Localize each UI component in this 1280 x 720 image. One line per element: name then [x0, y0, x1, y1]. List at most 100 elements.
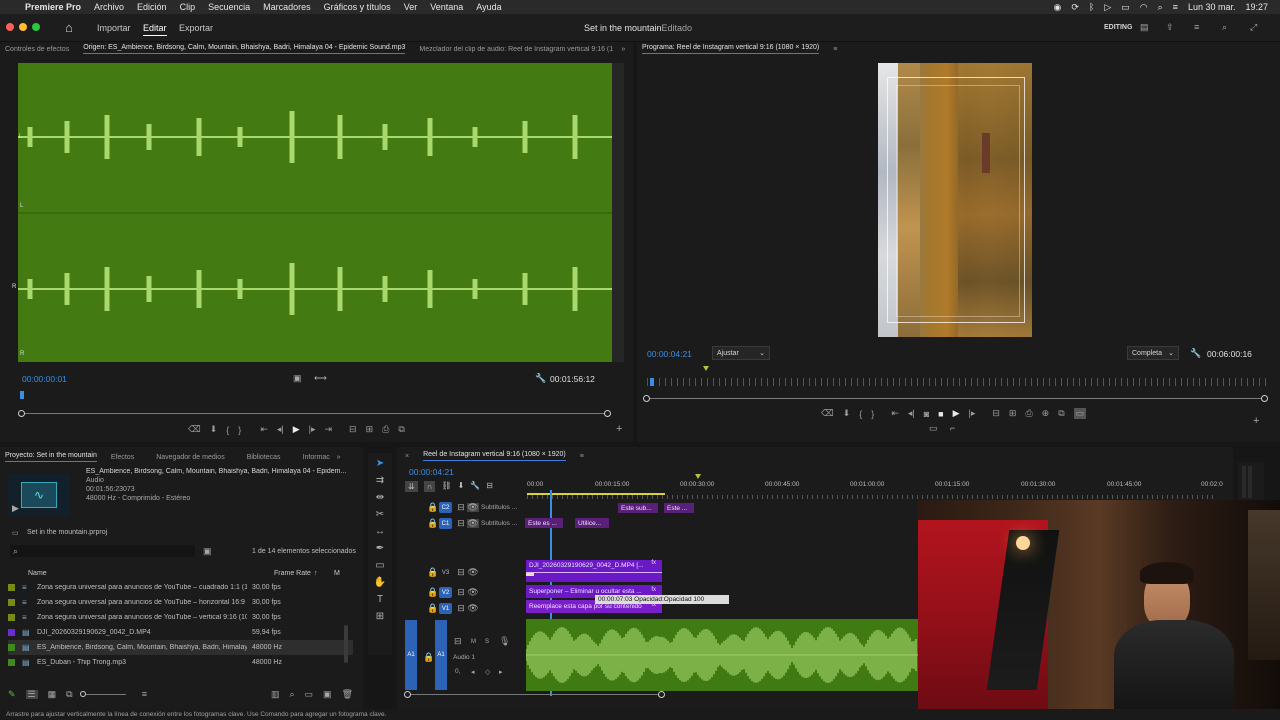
minimize-window-button[interactable]	[19, 23, 27, 31]
project-item-row[interactable]: ▤ DJI_20260329190629_0042_D.MP4 59,94 fps	[8, 625, 353, 640]
camera-icon[interactable]: ◙	[924, 409, 929, 419]
zoom-slider[interactable]	[79, 690, 126, 697]
program-timecode[interactable]: 00:00:04:21	[647, 349, 692, 359]
mark-out-icon[interactable]: }	[871, 409, 874, 419]
lock-icon[interactable]: 🔒	[427, 519, 439, 528]
video-clip-v3[interactable]: DJI_20260329190629_0042_D.MP4 [... fx	[526, 560, 662, 582]
control-center-icon[interactable]: ≡	[1173, 2, 1178, 12]
timeline-marker[interactable]	[695, 474, 701, 479]
program-playhead[interactable]	[650, 378, 654, 386]
go-to-in-icon[interactable]: ⇤	[891, 408, 899, 419]
source-settings-icon[interactable]: 🔧	[535, 374, 546, 383]
tab-media-browser[interactable]: Navegador de medios	[156, 454, 225, 461]
nest-icon[interactable]: ⇊	[405, 481, 418, 492]
audio-waveform-display[interactable]	[18, 63, 618, 362]
tab-editar[interactable]: Editar	[143, 23, 167, 36]
lift-clip-icon[interactable]: ⊟	[992, 408, 1000, 419]
type-tool-icon[interactable]: T	[377, 594, 383, 605]
hand-tool-icon[interactable]: ✋	[374, 577, 386, 588]
search-icon[interactable]: ⌕	[1158, 2, 1163, 13]
work-area-bar[interactable]	[527, 493, 665, 495]
bluetooth-icon[interactable]: ᛒ	[1089, 2, 1094, 12]
drag-audio-icon[interactable]: ⟷	[314, 374, 327, 383]
project-item-row[interactable]: ▤ ES_Duban - Thip Trong.mp3 48000 Hz	[8, 655, 353, 670]
menu-app[interactable]: Premiere Pro	[25, 2, 81, 12]
mark-in-icon[interactable]: {	[859, 409, 862, 419]
track-tag-a1[interactable]: A1	[435, 620, 447, 690]
menu-ver[interactable]: Ver	[404, 2, 418, 12]
source-patch-a1[interactable]: A1	[405, 620, 417, 690]
source-more-icon[interactable]: ⧉	[398, 424, 404, 435]
share-menu-icon[interactable]: ≡	[1194, 23, 1199, 32]
track-tag-v1[interactable]: V1	[439, 603, 452, 614]
go-to-out-icon[interactable]: ⇥	[325, 424, 333, 435]
sync-lock-icon[interactable]: ⊟	[455, 568, 467, 577]
opacity-line-v3[interactable]	[526, 572, 662, 573]
source-mini-ruler[interactable]	[20, 391, 612, 399]
label-color-swatch[interactable]	[8, 599, 15, 606]
step-forward-icon[interactable]: |▸	[969, 408, 976, 419]
timeline-zoom-bar[interactable]	[406, 694, 662, 695]
project-item-row[interactable]: ≡ Zona segura universal para anuncios de …	[8, 610, 353, 625]
tab-clip-mixer[interactable]: Mezclador del clip de audio: Reel de Ins…	[419, 46, 615, 53]
caption-clip-c1-1[interactable]: Este es ...	[525, 518, 563, 528]
workspace-list-icon[interactable]: ▤	[1140, 23, 1149, 32]
label-color-swatch[interactable]	[8, 584, 15, 591]
tab-importar[interactable]: Importar	[97, 23, 131, 33]
source-vertical-scroll[interactable]	[612, 63, 624, 362]
sort-up-icon[interactable]: ↑	[314, 570, 326, 577]
insert-icon[interactable]: ⊟	[349, 424, 357, 435]
program-marker[interactable]	[703, 366, 709, 371]
source-timecode-in[interactable]: 00:00:00:01	[22, 374, 67, 384]
clear-in-out-icon[interactable]: ⌫	[188, 424, 201, 435]
menu-archivo[interactable]: Archivo	[94, 2, 124, 12]
comparison-icon[interactable]: ⊕	[1042, 408, 1050, 419]
timeline-settings-icon[interactable]: 🔧	[470, 481, 480, 492]
eye-icon[interactable]: 👁	[467, 604, 479, 613]
extract-icon[interactable]: ⊞	[1009, 408, 1017, 419]
lock-icon[interactable]: 🔒	[427, 604, 439, 613]
panel-overflow-icon[interactable]: »	[621, 46, 625, 53]
sync-lock-icon[interactable]: ⊟	[455, 588, 467, 597]
search-help-icon[interactable]: ⌕	[1222, 23, 1227, 32]
track-tag-v2[interactable]: V2	[439, 587, 452, 598]
tab-info[interactable]: Informac	[303, 454, 331, 461]
column-m[interactable]: M	[334, 570, 340, 577]
step-back-icon[interactable]: ◂|	[908, 408, 915, 419]
lock-icon[interactable]: 🔒	[423, 653, 434, 662]
mic-icon[interactable]: 🎙	[499, 637, 510, 646]
label-color-swatch[interactable]	[8, 614, 15, 621]
vr-icon[interactable]: ▭	[929, 424, 938, 433]
track-tag-v3[interactable]: V3	[439, 567, 452, 578]
menu-ayuda[interactable]: Ayuda	[476, 2, 501, 12]
icon-view-icon[interactable]: ▦	[48, 689, 57, 699]
drag-video-icon[interactable]: ▣	[293, 374, 302, 383]
sequence-menu-icon[interactable]: ≡	[580, 453, 584, 460]
pencil-icon[interactable]: ✎	[8, 689, 16, 699]
preview-play-icon[interactable]: ▶	[12, 504, 19, 513]
tab-effects[interactable]: Efectos	[111, 454, 134, 461]
tab-program[interactable]: Programa: Reel de Instagram vertical 9:1…	[642, 44, 820, 54]
eye-icon[interactable]: 👁	[467, 519, 479, 528]
caption-clip-c2-1[interactable]: Este sub...	[618, 503, 658, 513]
source-zoom-handle-right[interactable]	[604, 410, 611, 417]
wifi-icon[interactable]: ◠	[1140, 2, 1148, 13]
tab-sequence[interactable]: Reel de Instagram vertical 9:16 (1080 × …	[423, 451, 566, 461]
freeform-view-icon[interactable]: ⧉	[66, 689, 72, 699]
source-playhead[interactable]	[20, 391, 24, 399]
project-scrollbar[interactable]	[344, 625, 348, 663]
export-frame-icon[interactable]: ⎙	[382, 424, 389, 435]
track-tag-c1[interactable]: C1	[439, 518, 452, 529]
timeline-zoom-handle-left[interactable]	[404, 691, 411, 698]
creative-cloud-icon[interactable]: ◉	[1054, 2, 1062, 13]
zoom-window-button[interactable]	[32, 23, 40, 31]
column-name[interactable]: Name	[28, 570, 274, 577]
program-add-button-icon[interactable]: +	[1253, 416, 1259, 427]
tab-source[interactable]: Origen: ES_Ambience, Birdsong, Calm, Mou…	[83, 44, 406, 54]
sync-lock-icon[interactable]: ⊟	[455, 604, 467, 613]
program-mini-ruler[interactable]	[647, 366, 1267, 386]
new-bin-from-search-icon[interactable]: ▣	[203, 547, 212, 556]
timeline-timecode[interactable]: 00:00:04:21	[409, 467, 454, 477]
column-frame-rate[interactable]: Frame Rate	[274, 570, 314, 577]
tab-project[interactable]: Proyecto: Set in the mountain	[5, 452, 97, 462]
